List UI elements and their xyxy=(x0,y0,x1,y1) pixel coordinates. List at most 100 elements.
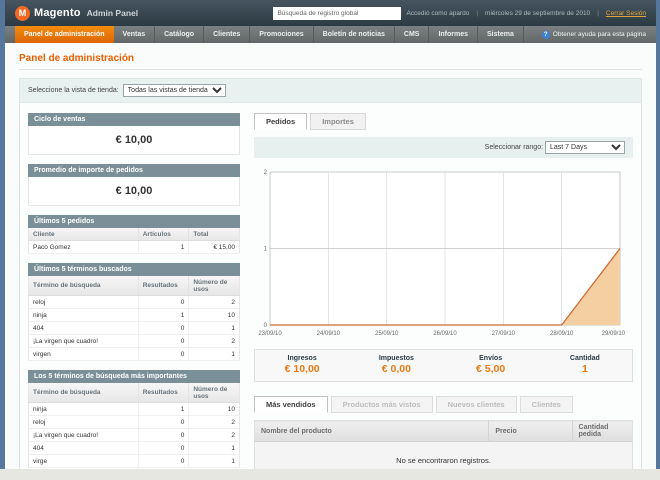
table-row: ¡La virgen que cuadro! 0 2 xyxy=(28,428,240,442)
last-search-terms-widget: Últimos 5 términos buscados Término de b… xyxy=(28,263,240,361)
column-header: Resultados xyxy=(137,383,189,403)
browser-frame: M Magento Admin Panel Accedió como apard… xyxy=(0,0,660,480)
products-tabs: Más vendidos Productos más vistos Nuevos… xyxy=(254,396,633,413)
nav-item-promociones[interactable]: Promociones xyxy=(250,26,314,43)
column-header: Cantidad pedida xyxy=(571,420,633,442)
chart-tabs: Pedidos Importes xyxy=(254,113,633,130)
last-orders-widget: Últimos 5 pedidos Cliente Artículos Tota… xyxy=(28,215,240,254)
top-search-terms-widget: Los 5 términos de búsqueda más important… xyxy=(28,370,240,468)
tab-productos-mas-vistos[interactable]: Productos más vistos xyxy=(330,396,433,413)
table-cell: 1 xyxy=(137,402,189,416)
table-cell: 2 xyxy=(188,415,240,429)
content-area: Panel de administración Seleccione la vi… xyxy=(5,43,656,469)
stat-label: Impuestos xyxy=(378,355,414,362)
x-axis-label: 28/09/10 xyxy=(550,331,574,337)
column-header: Término de búsqueda xyxy=(28,383,139,403)
table-row: reloj 0 2 xyxy=(28,295,240,309)
header-bar: M Magento Admin Panel Accedió como apard… xyxy=(5,0,656,26)
empty-message: No se encontraron registros. xyxy=(254,441,633,469)
header-right: Accedió como apardo | miércoles 29 de se… xyxy=(273,6,646,20)
table-header: Cliente Artículos Total xyxy=(28,228,240,241)
table-cell: virgen xyxy=(28,347,139,361)
table-cell: 1 xyxy=(137,240,189,254)
table-cell: 0 xyxy=(137,454,189,468)
table-cell: 2 xyxy=(188,295,240,309)
column-header: Resultados xyxy=(137,276,189,296)
title-divider xyxy=(19,69,642,70)
range-label: Seleccionar rango: xyxy=(484,144,544,151)
table-cell: reloj xyxy=(28,295,139,309)
table-cell: ¡La virgen que cuadro! xyxy=(28,334,139,348)
nav-item-panel-administracion[interactable]: Panel de administración xyxy=(15,26,114,43)
tab-mas-vendidos[interactable]: Más vendidos xyxy=(254,396,328,413)
right-column: Pedidos Importes Seleccionar rango: Last… xyxy=(254,113,633,469)
magento-logo-icon: M xyxy=(15,5,30,21)
dashboard-panel: Seleccione la vista de tienda: Todas las… xyxy=(19,78,642,469)
separator: | xyxy=(476,9,479,17)
table-cell: 2 xyxy=(188,334,240,348)
x-axis-label: 25/09/10 xyxy=(375,331,399,337)
nav-item-clientes[interactable]: Clientes xyxy=(204,26,251,43)
table-row: 404 0 1 xyxy=(28,321,240,335)
sales-cycle-value: € 10,00 xyxy=(28,126,240,155)
top-search-terms-title: Los 5 términos de búsqueda más important… xyxy=(28,370,240,383)
table-header: Término de búsqueda Resultados Número de… xyxy=(28,383,240,403)
range-select[interactable]: Last 7 Days xyxy=(545,141,625,154)
stat-value: 1 xyxy=(581,363,588,375)
orders-chart: 0 1 2 23/09/10 24/09/10 25/09/10 26/09/10 27/09… xyxy=(258,170,625,337)
nav-item-cms[interactable]: CMS xyxy=(395,26,430,43)
table-cell: 1 xyxy=(188,347,240,361)
nav-item-sistema[interactable]: Sistema xyxy=(478,26,524,43)
table-cell: virge xyxy=(28,454,139,468)
table-cell: 0 xyxy=(137,415,189,429)
avg-order-widget: Promedio de importe de pedidos € 10,00 xyxy=(28,164,240,206)
x-axis-label: 23/09/10 xyxy=(258,331,282,337)
table-header: Término de búsqueda Resultados Número de… xyxy=(28,276,240,296)
nav-item-catalogo[interactable]: Catálogo xyxy=(155,26,205,43)
column-header: Artículos xyxy=(137,228,189,241)
nav-item-ventas[interactable]: Ventas xyxy=(114,26,156,43)
table-row: ninja 1 10 xyxy=(28,308,240,322)
stat-label: Envíos xyxy=(479,355,503,362)
nav-item-informes[interactable]: Informes xyxy=(429,26,479,43)
store-view-select[interactable]: Todas las vistas de tienda xyxy=(122,84,226,97)
store-view-label: Seleccione la vista de tienda: xyxy=(28,87,119,94)
range-selector-bar: Seleccionar rango: Last 7 Days xyxy=(254,137,633,158)
nav-item-boletin[interactable]: Boletín de noticias xyxy=(314,26,395,43)
table-cell: 1 xyxy=(137,308,189,322)
table-cell: 0 xyxy=(137,334,189,348)
help-icon: ? xyxy=(541,30,550,39)
table-cell: € 15,00 xyxy=(188,240,240,254)
admin-page: M Magento Admin Panel Accedió como apard… xyxy=(0,0,660,469)
dashboard-columns: Ciclo de ventas € 10,00 Promedio de impo… xyxy=(20,103,641,469)
store-view-bar: Seleccione la vista de tienda: Todas las… xyxy=(20,79,641,103)
logo-text: Magento xyxy=(34,7,81,19)
help-link[interactable]: ? Obtener ayuda para esta página xyxy=(541,26,656,43)
table-cell: 0 xyxy=(137,295,189,309)
logout-link[interactable]: Cerrar Sesión xyxy=(606,10,646,17)
column-header: Término de búsqueda xyxy=(28,276,139,296)
tab-nuevos-clientes[interactable]: Nuevos clientes xyxy=(435,396,517,413)
sales-cycle-widget: Ciclo de ventas € 10,00 xyxy=(28,113,240,155)
table-cell: 10 xyxy=(188,308,240,322)
top-search-terms-table: Término de búsqueda Resultados Número de… xyxy=(28,383,240,468)
tab-pedidos[interactable]: Pedidos xyxy=(254,113,308,130)
table-cell: 0 xyxy=(137,321,189,335)
table-cell: 0 xyxy=(137,347,189,361)
empty-row: No se encontraron registros. xyxy=(254,441,633,469)
table-cell: 10 xyxy=(188,402,240,416)
table-row: ¡La virgen que cuadro! 0 2 xyxy=(28,334,240,348)
global-search-input[interactable] xyxy=(273,6,402,20)
table-cell: 0 xyxy=(137,441,189,455)
stat-value: € 0,00 xyxy=(381,363,411,375)
table-cell: ninja xyxy=(28,402,139,416)
tab-importes[interactable]: Importes xyxy=(310,113,366,130)
avg-order-value: € 10,00 xyxy=(28,177,240,206)
table-row: Paco Gomez 1 € 15,00 xyxy=(28,240,240,254)
stat-value: € 10,00 xyxy=(284,363,320,375)
table-row: virgen 0 1 xyxy=(28,347,240,361)
table-cell: ¡La virgen que cuadro! xyxy=(28,428,139,442)
tab-clientes[interactable]: Clientes xyxy=(519,396,573,413)
logo-subtext: Admin Panel xyxy=(86,8,139,18)
x-axis-label: 27/09/10 xyxy=(492,331,516,337)
